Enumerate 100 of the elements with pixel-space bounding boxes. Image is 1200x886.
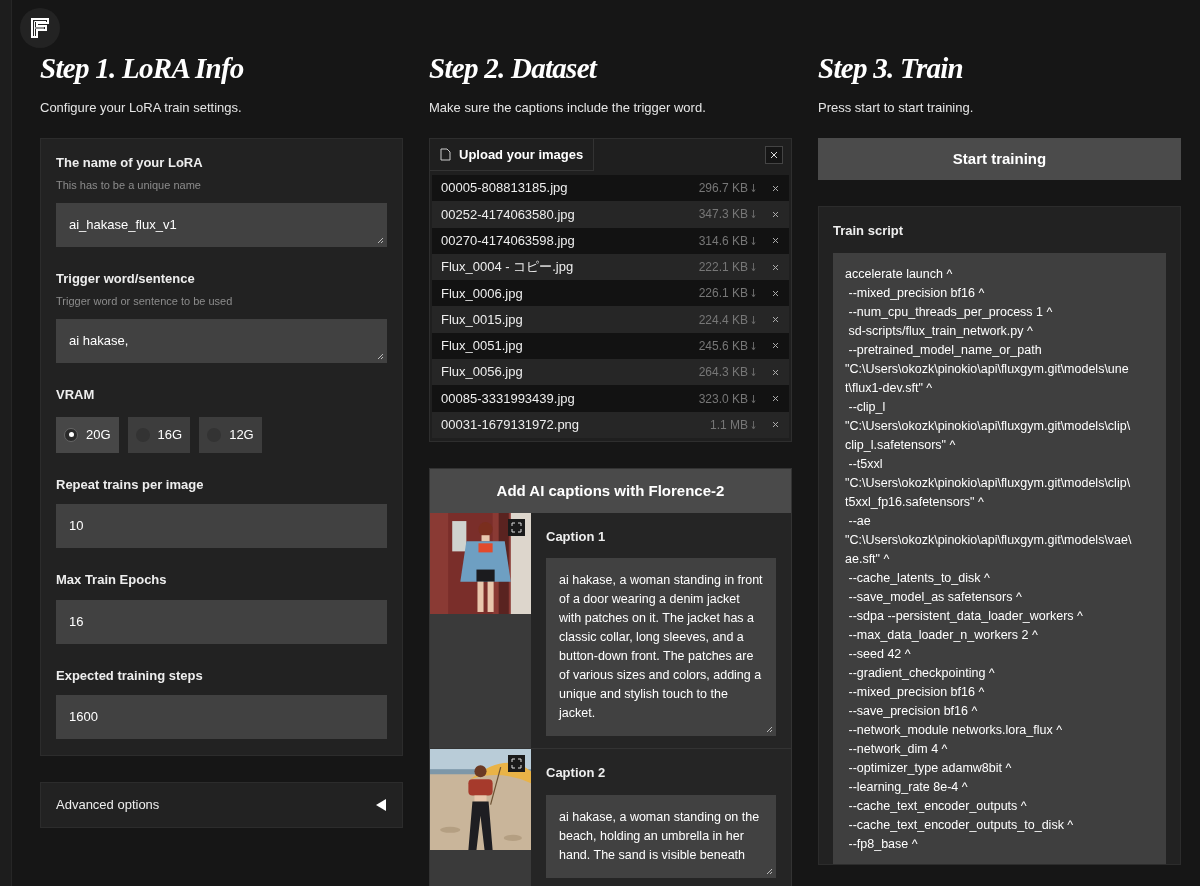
close-icon (771, 368, 779, 376)
download-icon[interactable] (751, 235, 756, 246)
file-size: 226.1 KB (698, 285, 748, 303)
close-icon (771, 237, 779, 245)
caption-field[interactable]: ai hakase, a woman standing on the beach, holding an umbrella in her hand. The sand is visible beneath (546, 794, 776, 878)
file-size: 1.1 MB (710, 416, 748, 434)
script-line: --save_precision bf16 ^ (847, 702, 979, 720)
radio-option[interactable]: 20G (56, 416, 119, 453)
step-title: Step 3. Train (818, 51, 964, 86)
script-line: --ae (847, 512, 872, 530)
file-size: 314.6 KB (698, 232, 748, 250)
script-line: --t5xxl (847, 455, 884, 473)
file-name: 00085-3331993439.jpg (441, 389, 576, 408)
input-field[interactable]: 1600 (56, 695, 387, 739)
close-icon (771, 342, 779, 350)
download-icon[interactable] (751, 183, 756, 194)
script-line: accelerate launch ^ (845, 265, 954, 283)
close-icon (771, 395, 779, 402)
file-size: 347.3 KB (698, 206, 748, 224)
file-size: 264.3 KB (698, 364, 748, 382)
file-size: 222.1 KB (698, 259, 748, 277)
remove-file-button[interactable] (770, 419, 780, 430)
close-icon (771, 210, 779, 218)
resize-handle-icon[interactable] (377, 237, 384, 244)
resize-handle-icon[interactable] (377, 353, 384, 360)
script-line: --cache_text_encoder_outputs_to_disk ^ (847, 816, 1075, 834)
remove-file-button[interactable] (770, 340, 780, 351)
radio-option[interactable]: 12G (199, 416, 262, 453)
script-line: t5xxl_fp16.safetensors" ^ (845, 493, 985, 511)
remove-file-button[interactable] (770, 209, 780, 220)
input-field[interactable]: ai_hakase_flux_v1 (56, 203, 387, 247)
advanced-options-toggle[interactable]: Advanced options (40, 782, 403, 828)
script-line: --num_cpu_threads_per_process 1 ^ (847, 303, 1054, 321)
resize-handle-icon[interactable] (766, 867, 773, 875)
logo-icon[interactable] (20, 8, 60, 48)
download-icon[interactable] (751, 314, 756, 325)
close-icon (770, 151, 778, 159)
close-icon (771, 289, 779, 297)
download-icon[interactable] (751, 262, 756, 273)
caption-field[interactable]: ai hakase, a woman standing in front of a door wearing a denim jacket with patches on it. The jacket has a classic collar, long sleeves, and a button-down front. The patches are of various sizes and colors, adding a unique and stylish touch to the jacket. (546, 558, 776, 737)
remove-file-button[interactable] (770, 314, 780, 325)
script-line: --gradient_checkpointing ^ (847, 664, 996, 682)
download-icon[interactable] (751, 340, 756, 351)
script-line: --cache_text_encoder_outputs ^ (847, 797, 1028, 815)
step-title: Step 2. Dataset (429, 51, 599, 86)
close-icon (771, 263, 779, 271)
file-size: 245.6 KB (698, 337, 748, 355)
field-label: VRAM (56, 386, 96, 404)
download-icon[interactable] (751, 393, 756, 404)
step-title: Step 1. LoRA Info (40, 51, 245, 86)
script-line: --mixed_precision bf16 ^ (847, 683, 986, 701)
close-icon (771, 316, 779, 324)
script-line: "C:\Users\okozk\pinokio\api\fluxgym.git\models\vae\ (845, 531, 1133, 549)
remove-file-button[interactable] (770, 367, 780, 378)
remove-file-button[interactable] (770, 235, 780, 246)
close-icon (771, 184, 779, 192)
file-name: Flux_0004 - コピー.jpg (441, 258, 575, 277)
file-name: Flux_0006.jpg (441, 284, 524, 303)
script-line: --mixed_precision bf16 ^ (847, 284, 986, 302)
script-line: t\flux1-dev.sft" ^ (845, 379, 934, 397)
remove-file-button[interactable] (770, 262, 780, 273)
download-icon[interactable] (751, 288, 756, 299)
field-label: Trigger word/sentence (56, 270, 196, 288)
script-line: --max_data_loader_n_workers 2 ^ (847, 626, 1039, 644)
close-button[interactable] (765, 146, 783, 164)
input-field[interactable]: 10 (56, 504, 387, 548)
upload-tab[interactable]: Upload your images (430, 139, 595, 171)
caret-left-icon (375, 799, 387, 811)
fullscreen-icon[interactable] (508, 755, 525, 773)
script-line: --clip_l (847, 398, 887, 416)
remove-file-button[interactable] (770, 288, 780, 299)
file-size: 323.0 KB (698, 390, 748, 408)
start-training-button[interactable]: Start training (818, 138, 1181, 180)
resize-handle-icon[interactable] (766, 726, 773, 734)
caption-label: Caption 2 (546, 764, 607, 783)
script-line: ae.sft" ^ (845, 550, 891, 568)
script-line: --pretrained_model_name_or_path (847, 341, 1043, 359)
field-label: The name of your LoRA (56, 154, 204, 172)
captions-title: Add AI captions with Florence-2 (430, 468, 791, 513)
download-icon[interactable] (751, 419, 756, 430)
script-line: "C:\Users\okozk\pinokio\api\fluxgym.git\models\clip\ (845, 474, 1132, 492)
field-label: Max Train Epochs (56, 571, 168, 589)
download-icon[interactable] (751, 209, 756, 220)
script-line: --fp8_base ^ (847, 835, 919, 853)
script-line: "C:\Users\okozk\pinokio\api\fluxgym.git\models\une (845, 360, 1130, 378)
script-line: --network_dim 4 ^ (847, 740, 949, 758)
input-field[interactable]: ai hakase, (56, 319, 387, 363)
file-name: Flux_0015.jpg (441, 310, 524, 329)
caption-label: Caption 1 (546, 527, 607, 546)
remove-file-button[interactable] (770, 183, 780, 194)
file-name: 00252-4174063580.jpg (441, 205, 576, 224)
input-field[interactable]: 16 (56, 599, 387, 644)
script-label: Train script (833, 222, 905, 240)
download-icon[interactable] (751, 367, 756, 378)
file-name: Flux_0051.jpg (441, 337, 524, 356)
field-label: Repeat trains per image (56, 475, 205, 494)
field-label: Expected training steps (56, 666, 204, 685)
remove-file-button[interactable] (770, 393, 780, 404)
script-line: --sdpa --persistent_data_loader_workers ^ (847, 607, 1084, 625)
radio-option[interactable]: 16G (127, 416, 191, 453)
